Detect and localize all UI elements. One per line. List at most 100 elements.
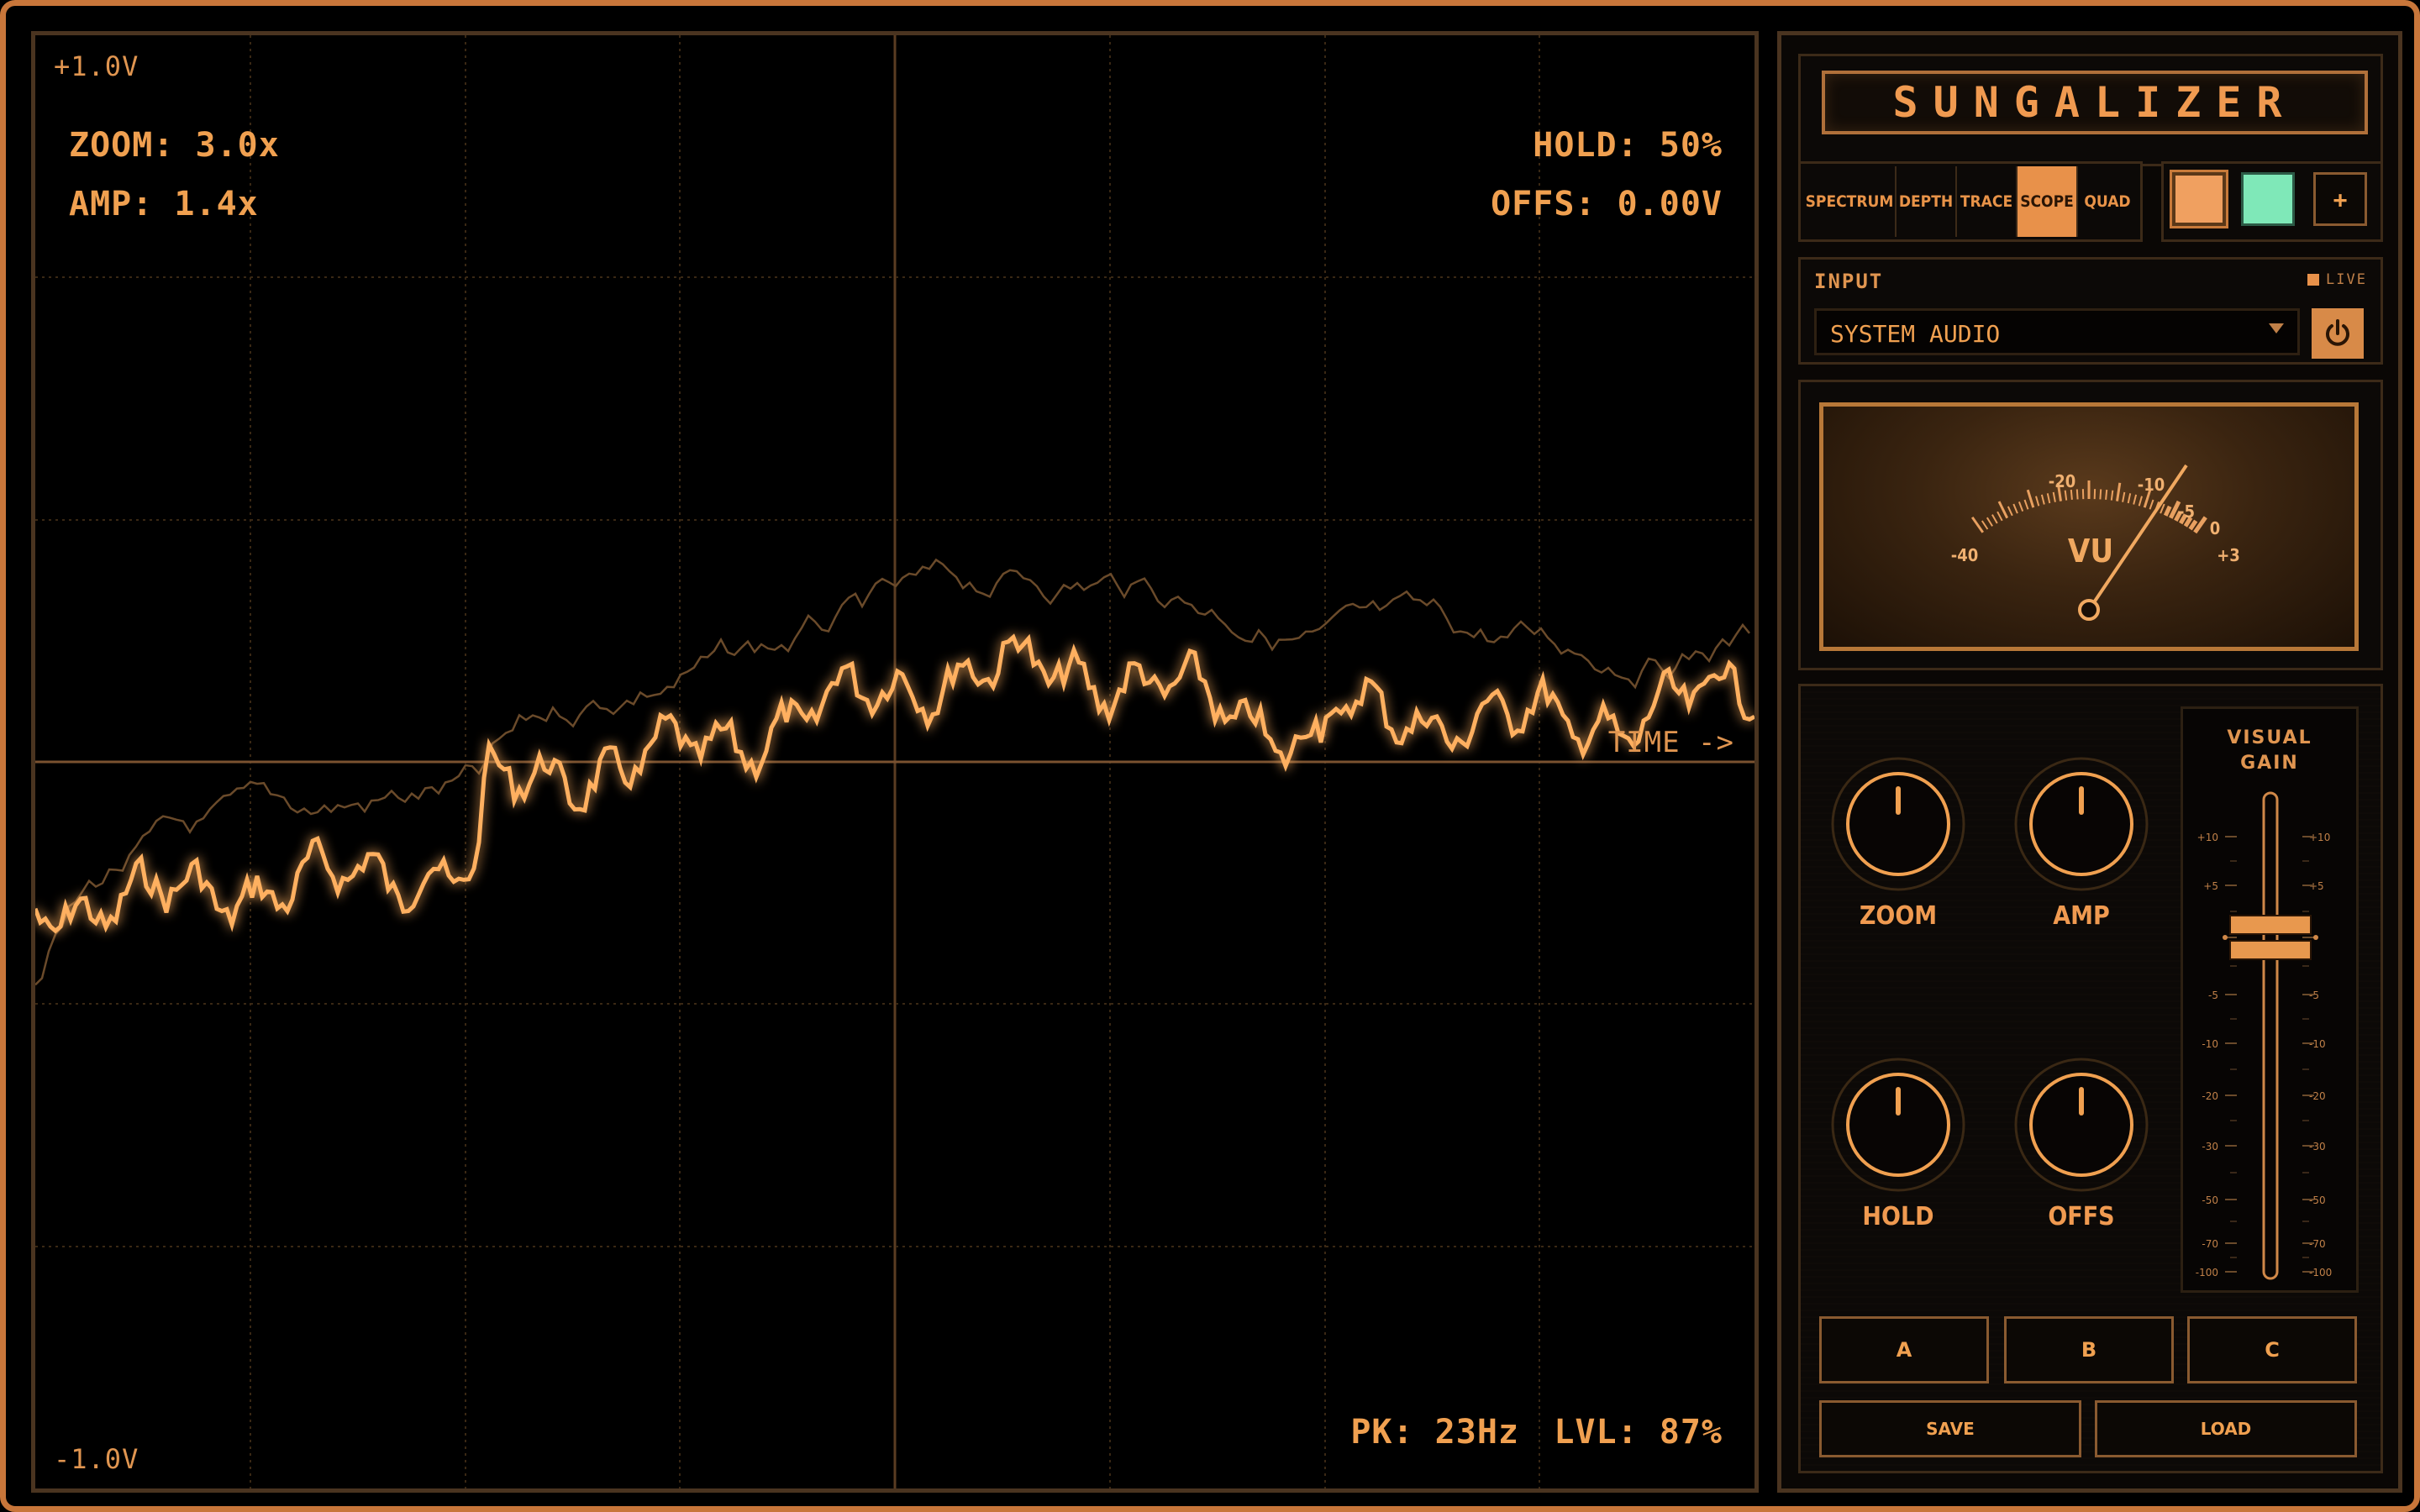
tab-spectrum[interactable]: SPECTRUM xyxy=(1804,166,1897,237)
vu-tick xyxy=(2105,489,2108,500)
tab-depth[interactable]: DEPTH xyxy=(1897,166,1957,237)
preset-b-button[interactable]: B xyxy=(2004,1316,2174,1383)
fader-track xyxy=(2262,791,2279,1280)
knob-icon xyxy=(1831,1058,1965,1192)
color-swatches-section: + xyxy=(2161,161,2383,242)
top-voltage-label: +1.0V xyxy=(54,50,139,82)
vu-tick xyxy=(1970,516,1985,533)
vu-tick xyxy=(2163,505,2172,517)
save-button[interactable]: SAVE xyxy=(1819,1400,2081,1457)
level-readout: LVL: 87% xyxy=(1554,1413,1723,1452)
zoom-knob[interactable] xyxy=(1831,757,1965,891)
power-icon xyxy=(2326,319,2349,346)
app-window: +1.0V -1.0V ZOOM: 3.0x AMP: 1.4x HOLD: 5… xyxy=(0,0,2420,1512)
tab-trace[interactable]: TRACE xyxy=(1957,166,2018,237)
vu-tick xyxy=(1981,520,1989,530)
vu-tick xyxy=(2064,490,2068,501)
scope-canvas xyxy=(35,35,1754,1488)
offs-knob[interactable] xyxy=(2014,1058,2149,1192)
vu-tick xyxy=(2127,493,2132,504)
gain-scale-left: +5 xyxy=(2203,880,2218,892)
vu-scale-label: +3 xyxy=(2217,545,2240,565)
amp-knob[interactable] xyxy=(2014,757,2149,891)
vu-tick xyxy=(2023,499,2029,510)
vu-tick xyxy=(1991,514,1998,524)
vu-tick xyxy=(2012,503,2018,514)
vu-tick xyxy=(2046,493,2051,504)
live-indicator-icon xyxy=(2307,274,2320,286)
offs-knob-label: OFFS xyxy=(2048,1202,2115,1231)
mode-tabs-section: SPECTRUM DEPTH TRACE SCOPE QUAD xyxy=(1798,161,2143,242)
vu-tick xyxy=(2110,490,2114,501)
gain-scale-left: +10 xyxy=(2197,832,2218,843)
tab-quad[interactable]: QUAD xyxy=(2078,166,2137,237)
gain-scale: +10+10+5+5-5-5-10-10-20-20-30-30-50-50-7… xyxy=(2196,791,2332,1280)
gain-scale-left: -100 xyxy=(2196,1267,2218,1278)
vu-tick xyxy=(2075,489,2079,500)
tab-scope[interactable]: SCOPE xyxy=(2018,166,2078,237)
zoom-readout: ZOOM: 3.0x xyxy=(69,126,280,165)
chevron-down-icon xyxy=(2269,323,2284,333)
vu-tick xyxy=(2133,494,2138,505)
vu-scale-label: 0 xyxy=(2210,518,2221,538)
power-button[interactable] xyxy=(2312,308,2364,359)
vu-tick xyxy=(2149,499,2154,510)
visual-gain-fader: VISUAL GAIN +10+10+5+5-5-5-10-10-20-20-3… xyxy=(2181,706,2359,1293)
vu-tick xyxy=(2116,482,2122,501)
peak-readout: PK: 23Hz xyxy=(1350,1413,1519,1452)
vu-tick xyxy=(2026,489,2035,508)
hold-trace xyxy=(35,558,1750,986)
gain-scale-left: -70 xyxy=(2202,1238,2218,1250)
time-axis-label: TIME -> xyxy=(1607,726,1734,759)
vu-scale-label: -10 xyxy=(2138,475,2165,495)
input-section: INPUT LIVE SYSTEM AUDIO xyxy=(1798,257,2383,365)
preset-c-button[interactable]: C xyxy=(2187,1316,2357,1383)
vu-scale-label: -5 xyxy=(2178,501,2195,522)
hold-knob[interactable] xyxy=(1831,1058,1965,1192)
controls-section: ZOOM AMP HOLD OFFS VISUAL GAIN +10 +10 +5 +… xyxy=(1798,684,2383,1473)
gain-scale-left: -20 xyxy=(2202,1090,2218,1102)
vu-scale-label: -20 xyxy=(2049,471,2076,491)
vu-tick xyxy=(1996,511,2003,522)
color-swatch-mint[interactable] xyxy=(2241,172,2295,226)
input-source-value: SYSTEM AUDIO xyxy=(1830,320,2001,348)
scope-grid xyxy=(35,35,1754,1488)
vu-tick xyxy=(2099,489,2102,500)
vu-tick xyxy=(1986,517,1993,527)
gain-scale-left: -50 xyxy=(2202,1194,2218,1206)
live-label: LIVE xyxy=(2326,271,2367,288)
vu-tick xyxy=(2188,519,2198,531)
vu-tick xyxy=(2122,491,2126,502)
input-label: INPUT xyxy=(1814,270,1884,293)
load-button[interactable]: LOAD xyxy=(2095,1400,2357,1457)
vu-tick xyxy=(2040,494,2045,505)
oscilloscope-display[interactable]: +1.0V -1.0V ZOOM: 3.0x AMP: 1.4x HOLD: 5… xyxy=(31,31,1759,1493)
amp-knob-label: AMP xyxy=(2053,901,2110,931)
hold-knob-label: HOLD xyxy=(1862,1202,1934,1231)
vu-tick xyxy=(2035,496,2040,507)
control-panel: SUNGALIZER SPECTRUM DEPTH TRACE SCOPE QU… xyxy=(1777,31,2402,1493)
vu-tick xyxy=(2018,501,2024,512)
app-title: SUNGALIZER xyxy=(1822,71,2368,134)
gain-scale-left: -10 xyxy=(2202,1038,2218,1050)
vu-pivot xyxy=(2078,599,2100,621)
vu-dial: -40 -20 -10 -5 0 +3 VU xyxy=(1951,464,2240,621)
hold-readout: HOLD: 50% xyxy=(1533,126,1723,165)
gain-scale-left: -30 xyxy=(2202,1141,2218,1152)
amp-readout: AMP: 1.4x xyxy=(69,185,259,223)
vu-tick xyxy=(2193,516,2207,534)
knob-icon xyxy=(1831,757,1965,891)
zoom-knob-label: ZOOM xyxy=(1859,901,1938,931)
color-swatch-orange[interactable] xyxy=(2170,170,2228,228)
input-source-select[interactable]: SYSTEM AUDIO xyxy=(1814,308,2300,355)
vu-scale-label: -40 xyxy=(1951,545,1979,565)
vu-section: -40 -20 -10 -5 0 +3 VU xyxy=(1798,380,2383,670)
vu-meter: -40 -20 -10 -5 0 +3 VU xyxy=(1819,402,2359,651)
add-color-button[interactable]: + xyxy=(2313,172,2367,226)
knob-icon xyxy=(2014,757,2149,891)
vu-tick xyxy=(2007,506,2013,517)
knob-icon xyxy=(2014,1058,2149,1192)
vu-tick xyxy=(2138,496,2143,507)
gain-scale-left: -5 xyxy=(2208,990,2218,1001)
preset-a-button[interactable]: A xyxy=(1819,1316,1989,1383)
